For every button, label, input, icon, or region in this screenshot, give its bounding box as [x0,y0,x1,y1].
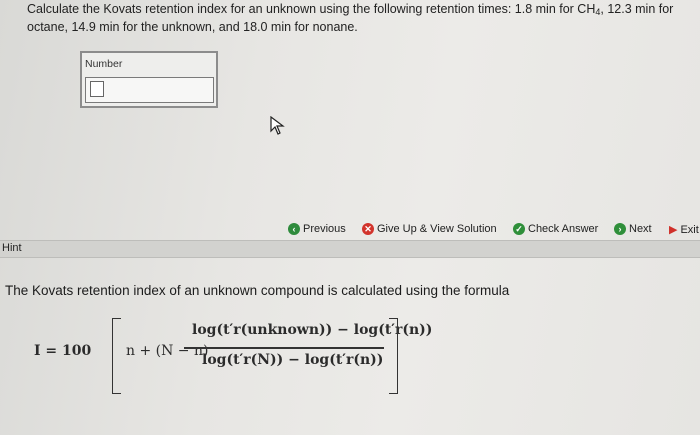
formula-lhs: I = 100 [34,343,92,359]
previous-icon: ‹ [288,223,300,235]
hint-explanation: The Kovats retention index of an unknown… [5,283,510,298]
give-up-icon: ✕ [362,223,374,235]
answer-input-cell[interactable] [90,81,104,97]
question-part1: Calculate the Kovats retention index for… [27,2,596,16]
next-icon: › [614,223,626,235]
check-answer-button[interactable]: ✓ Check Answer [513,223,598,235]
previous-button[interactable]: ‹ Previous [288,223,346,235]
answer-label: Number [85,58,123,70]
hint-bar[interactable]: Hint [0,240,700,258]
next-label: Next [629,223,652,235]
kovats-formula: I = 100 n + (N − n) log(t′r(unknown)) − … [34,318,432,394]
formula-middle: n + (N − n) [126,343,209,359]
toolbar: ‹ Previous ✕ Give Up & View Solution ✓ C… [283,220,700,240]
answer-input[interactable] [85,77,214,103]
answer-box: Number [80,51,218,108]
check-answer-label: Check Answer [528,223,599,235]
formula-right-bracket [389,318,398,394]
give-up-button[interactable]: ✕ Give Up & View Solution [362,223,497,235]
formula-denominator: log(t′r(N)) − log(t′r(n)) [202,352,384,368]
mouse-cursor-icon [270,116,285,135]
exit-label: Exit [680,223,699,236]
hint-label[interactable]: Hint [2,242,22,254]
question-text: Calculate the Kovats retention index for… [27,2,697,35]
previous-label: Previous [303,223,346,235]
formula-left-bracket [112,318,121,394]
exit-button[interactable]: ▶ Exit [669,223,699,237]
next-button[interactable]: › Next [614,223,652,235]
formula-fraction-bar [184,347,384,349]
check-icon: ✓ [513,223,525,235]
give-up-label: Give Up & View Solution [377,223,497,235]
exit-icon: ▶ [669,224,678,236]
